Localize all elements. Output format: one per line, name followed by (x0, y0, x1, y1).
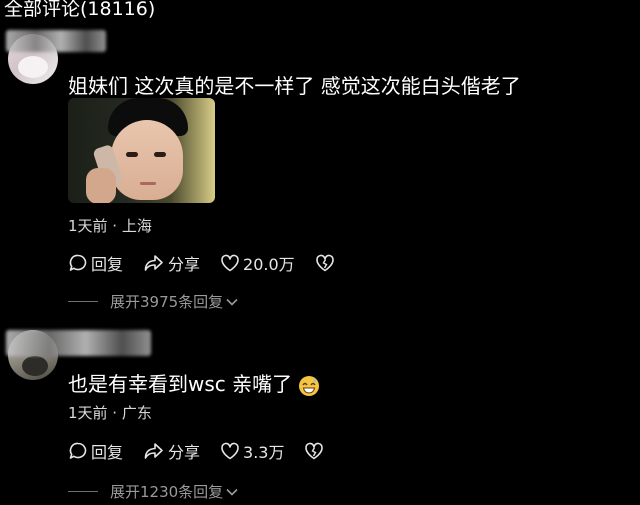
reply-button[interactable]: 回复 (68, 439, 123, 463)
chevron-down-icon (226, 298, 238, 306)
comment-text: 也是有幸看到wsc 亲嘴了 (68, 368, 320, 397)
heart-icon (221, 254, 239, 272)
share-arrow-icon (144, 443, 163, 459)
like-count: 20.0万 (243, 255, 295, 274)
reply-label: 回复 (91, 255, 124, 274)
like-button[interactable]: 20.0万 (220, 251, 295, 275)
username-blurred[interactable] (6, 330, 151, 356)
share-label: 分享 (168, 255, 201, 274)
comment-actions: 回复 分享 3.3万 (68, 440, 324, 462)
chat-bubble-icon (69, 254, 87, 271)
share-button[interactable]: 分享 (143, 439, 200, 463)
expand-replies[interactable]: 展开3975条回复 (68, 291, 239, 312)
comments-header: 全部评论(18116) (4, 0, 156, 20)
dislike-button[interactable] (315, 254, 335, 272)
chevron-down-icon (226, 488, 238, 496)
comment-actions: 回复 分享 20.0万 (68, 252, 335, 274)
grinning-sweat-emoji (299, 375, 320, 396)
share-label: 分享 (168, 443, 201, 462)
comment-time-location: 1天前 · 广东 (68, 404, 152, 422)
broken-heart-icon (305, 442, 324, 460)
expand-replies-label: 展开3975条回复 (110, 293, 224, 311)
share-button[interactable]: 分享 (143, 251, 200, 275)
expand-replies[interactable]: 展开1230条回复 (68, 481, 239, 502)
share-arrow-icon (144, 255, 163, 271)
comment-image[interactable] (68, 98, 215, 203)
like-button[interactable]: 3.3万 (220, 439, 284, 463)
divider-line (68, 301, 98, 302)
reply-button[interactable]: 回复 (68, 251, 123, 275)
reply-label: 回复 (91, 443, 124, 462)
comment-text-content: 也是有幸看到wsc 亲嘴了 (68, 372, 293, 396)
comment-text: 姐妹们 这次真的是不一样了 感觉这次能白头偕老了 (68, 74, 521, 98)
broken-heart-icon (315, 254, 334, 272)
username-blurred[interactable] (6, 30, 106, 52)
comment-time-location: 1天前 · 上海 (68, 217, 152, 235)
divider-line (68, 491, 98, 492)
dislike-button[interactable] (304, 442, 324, 460)
expand-replies-label: 展开1230条回复 (110, 483, 224, 501)
like-count: 3.3万 (243, 443, 285, 462)
heart-icon (221, 442, 239, 460)
chat-bubble-icon (69, 442, 87, 459)
